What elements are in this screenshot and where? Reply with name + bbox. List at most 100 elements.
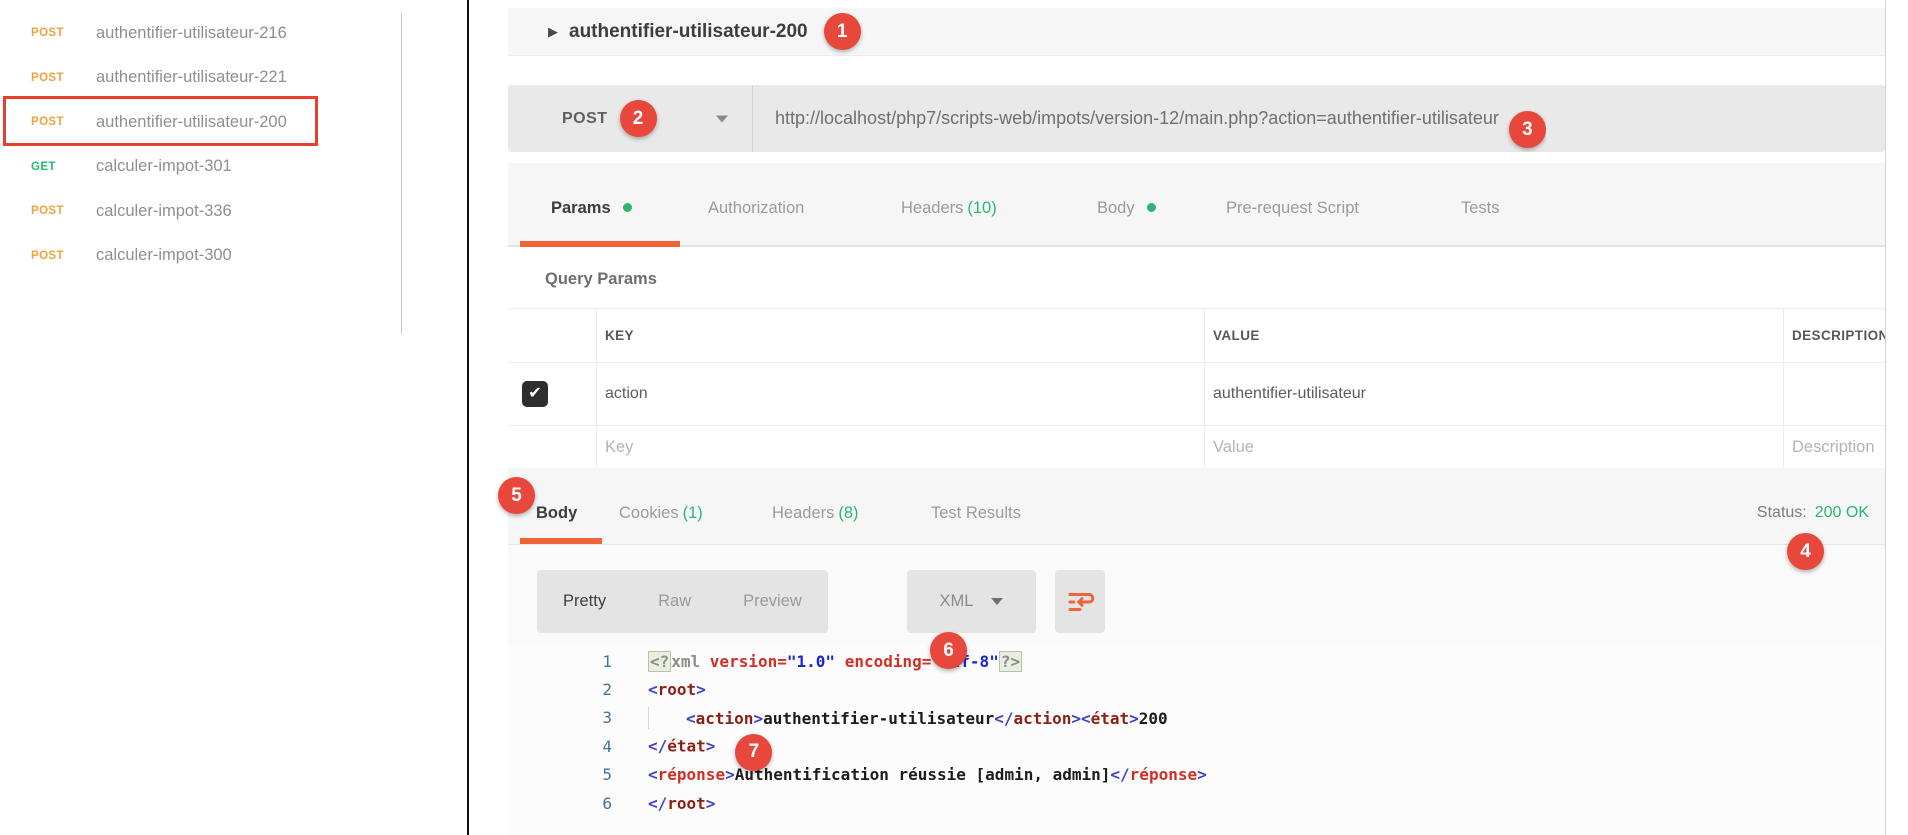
method-dropdown[interactable]: POST 2 — [508, 85, 753, 152]
request-builder-bar: POST 2 http://localhost/php7/scripts-web… — [508, 85, 1885, 152]
response-toolbar: PrettyRawPreview XML — [508, 545, 1885, 645]
code-token: > — [696, 680, 706, 699]
tab-dot-indicator — [1147, 203, 1156, 212]
panel-divider — [467, 0, 469, 835]
tab-label: Body — [1097, 199, 1135, 217]
response-tab-body[interactable]: Body — [536, 504, 577, 523]
sidebar-request-item[interactable]: GET calculer-impot-301 — [0, 145, 400, 190]
view-button-pretty[interactable]: Pretty — [537, 592, 632, 611]
line-number: 1 — [508, 652, 612, 671]
response-tab-headers[interactable]: Headers(8) — [772, 504, 859, 523]
wrap-text-button[interactable] — [1055, 570, 1105, 633]
param-enabled-checkbox[interactable]: ✔ — [522, 381, 548, 407]
annotation-badge-2: 2 — [620, 100, 657, 137]
code-token: < — [648, 680, 658, 699]
view-button-raw[interactable]: Raw — [632, 592, 717, 611]
chevron-down-icon — [716, 115, 728, 122]
code-token: état — [667, 736, 706, 755]
response-status: Status:200 OK — [1757, 504, 1869, 522]
request-tab-params[interactable]: Params — [551, 199, 632, 218]
postman-app-window: POSTauthentifier-utilisateur-216POSTauth… — [0, 0, 1908, 835]
code-token: > — [753, 709, 763, 728]
sidebar-scroll-divider — [401, 12, 402, 334]
code-token: > — [1129, 709, 1139, 728]
request-tab-pre-request-script[interactable]: Pre-request Script — [1226, 199, 1359, 218]
code-token: version — [710, 652, 777, 671]
table-row-empty: Key Value Description — [508, 426, 1885, 469]
response-tabs-bar: Status:200 OK Body Cookies(1) Headers(8) Te… — [508, 468, 1885, 545]
annotation-badge-6: 6 — [930, 632, 967, 669]
column-header-key: KEY — [605, 328, 634, 343]
tab-count: (10) — [967, 199, 996, 217]
collapse-triangle-icon[interactable]: ▶ — [548, 24, 558, 40]
code-token: 200 — [1139, 709, 1168, 728]
code-line: 2 <root> — [508, 675, 1885, 703]
code-token: <? — [648, 651, 671, 672]
query-params-table: KEY VALUE DESCRIPTION ✔ action authentif… — [508, 308, 1885, 470]
code-line: 4</état>7 — [508, 732, 1885, 760]
request-method-badge: POST — [31, 205, 77, 217]
sidebar-request-item[interactable]: POSTcalculer-impot-300 — [0, 234, 400, 279]
sidebar-request-item[interactable]: POSTcalculer-impot-336 — [0, 189, 400, 234]
code-token: </ — [1110, 765, 1129, 784]
request-tabs: Params Authorization Headers(10) Body Pre-re… — [508, 163, 1885, 247]
code-line: 5<réponse>Authentification réussie [admi… — [508, 761, 1885, 789]
line-number: 2 — [508, 680, 612, 699]
url-text: http://localhost/php7/scripts-web/impots… — [775, 108, 1499, 129]
request-tab-body[interactable]: Body — [1097, 199, 1156, 218]
status-value: 200 OK — [1815, 504, 1869, 521]
request-name: calculer-impot-301 — [96, 157, 232, 176]
request-method-badge: POST — [31, 27, 77, 39]
query-params-heading: Query Params — [545, 270, 657, 289]
line-number: 5 — [508, 765, 612, 784]
request-tab-headers[interactable]: Headers(10) — [901, 199, 997, 218]
code-token: "1.0" — [787, 652, 835, 671]
annotation-badge-1: 1 — [824, 13, 861, 50]
code-token: ?> — [999, 651, 1022, 672]
code-line: 6 </root> — [508, 789, 1885, 817]
request-title: authentifier-utilisateur-200 — [569, 21, 808, 43]
code-text: </root> — [648, 794, 715, 813]
response-tab-test-results[interactable]: Test Results — [931, 504, 1021, 523]
tab-count: (8) — [838, 504, 858, 522]
code-token: root — [658, 680, 697, 699]
request-tab-authorization[interactable]: Authorization — [708, 199, 804, 218]
request-name: calculer-impot-300 — [96, 246, 232, 265]
code-text: <root> — [648, 680, 706, 699]
code-token: authentifier-utilisateur — [763, 709, 994, 728]
format-label: XML — [940, 592, 974, 611]
sidebar-request-item[interactable]: POSTauthentifier-utilisateur-221 — [0, 56, 400, 101]
request-tab-tests[interactable]: Tests — [1461, 199, 1500, 218]
column-header-value: VALUE — [1213, 328, 1260, 343]
column-header-description: DESCRIPTION — [1792, 328, 1885, 343]
request-name: authentifier-utilisateur-216 — [96, 24, 287, 43]
code-token — [648, 707, 686, 729]
code-token: > — [706, 794, 716, 813]
tab-label: Headers — [901, 199, 963, 217]
tab-dot-indicator — [623, 203, 632, 212]
code-token: > — [1071, 709, 1081, 728]
key-placeholder: Key — [605, 438, 633, 457]
active-response-tab-underline — [520, 538, 602, 544]
request-method-badge: GET — [31, 161, 77, 173]
line-number: 4 — [508, 737, 612, 756]
sidebar-request-item[interactable]: POST authentifier-utilisateur-216 — [0, 11, 400, 56]
annotation-badge-5: 5 — [498, 477, 535, 514]
request-title-bar: ▶ authentifier-utilisateur-200 1 — [508, 8, 1885, 56]
request-name: authentifier-utilisateur-221 — [96, 68, 287, 87]
response-tab-cookies[interactable]: Cookies(1) — [619, 504, 703, 523]
line-number: 6 — [508, 794, 612, 813]
tab-label: Params — [551, 199, 611, 217]
code-text: <action>authentifier-utilisateur</action… — [648, 707, 1168, 729]
check-icon: ✔ — [528, 386, 541, 402]
selected-request-highlight — [3, 96, 318, 146]
code-token: > — [1197, 765, 1207, 784]
response-body-code[interactable]: 1<?xml version="1.0" encoding="utf-8"?>2… — [508, 645, 1885, 835]
code-token: action — [696, 709, 754, 728]
code-token: réponse — [1130, 765, 1197, 784]
url-input[interactable]: http://localhost/php7/scripts-web/impots… — [753, 85, 1546, 152]
format-dropdown[interactable]: XML — [907, 570, 1036, 633]
code-token: < — [648, 765, 658, 784]
chevron-down-icon — [991, 598, 1003, 605]
view-button-preview[interactable]: Preview — [717, 592, 828, 611]
